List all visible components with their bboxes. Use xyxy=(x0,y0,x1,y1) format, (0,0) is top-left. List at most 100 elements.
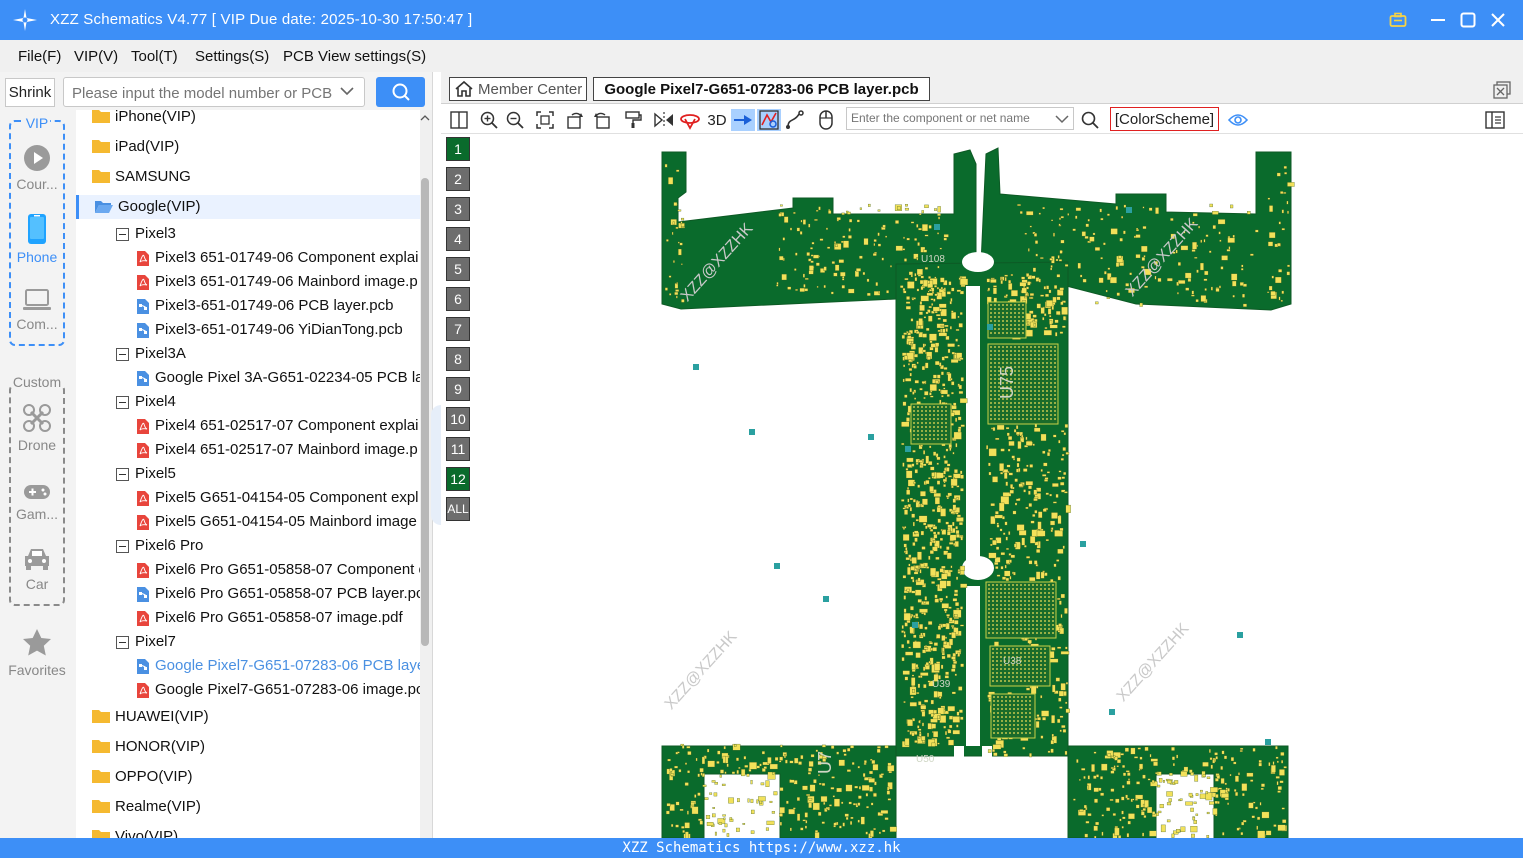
component-search-input[interactable] xyxy=(851,111,1051,125)
collapse-icon[interactable] xyxy=(116,228,129,241)
eye-icon[interactable] xyxy=(1227,109,1249,131)
layer-button-3[interactable]: 3 xyxy=(446,197,470,221)
probe-icon[interactable] xyxy=(679,109,701,131)
pcb-canvas[interactable]: U108 U75 U38 U39 U50 U7 XZZ@XZZHK XZZ@XZZHK X… xyxy=(476,134,1523,838)
tree-file-item[interactable]: Pixel3-651-01749-06 YiDianTong.pcb xyxy=(76,318,420,342)
chevron-down-icon[interactable] xyxy=(1055,114,1069,124)
layer-button-9[interactable]: 9 xyxy=(446,377,470,401)
tree-model-item[interactable]: Pixel5 xyxy=(76,462,420,486)
tree-brand-item[interactable]: Google(VIP) xyxy=(76,195,420,219)
pad xyxy=(946,653,951,658)
tree-model-item[interactable]: Pixel3 xyxy=(76,222,420,246)
layer-button-12[interactable]: 12 xyxy=(446,467,470,491)
mirror-icon[interactable] xyxy=(653,109,675,131)
chevron-down-icon[interactable] xyxy=(340,86,354,96)
tree-file-item[interactable]: Pixel5 G651-04154-05 Component expl xyxy=(76,486,420,510)
tree-model-item[interactable]: Pixel6 Pro xyxy=(76,534,420,558)
fit-screen-icon[interactable] xyxy=(534,109,556,131)
color-scheme-button[interactable]: [ColorScheme] xyxy=(1110,107,1219,131)
category-favorites[interactable]: Favorites xyxy=(0,628,74,678)
tree-file-item[interactable]: Pixel3-651-01749-06 PCB layer.pcb xyxy=(76,294,420,318)
zoom-out-icon[interactable] xyxy=(504,109,526,131)
zoom-in-icon[interactable] xyxy=(478,109,500,131)
tree-brand-item[interactable]: SAMSUNG xyxy=(76,165,420,189)
pin-select-icon[interactable] xyxy=(731,109,755,131)
net-highlight-icon[interactable] xyxy=(757,109,781,131)
rotate-left-icon[interactable] xyxy=(564,109,586,131)
tree-file-item[interactable]: Pixel4 651-02517-07 Mainbord image.p xyxy=(76,438,420,462)
layer-button-5[interactable]: 5 xyxy=(446,257,470,281)
tree-model-item[interactable]: Pixel7 xyxy=(76,630,420,654)
tree-file-item[interactable]: Google Pixel7-G651-07283-06 PCB laye xyxy=(76,654,420,678)
category-gaming[interactable]: Gam... xyxy=(0,482,74,522)
collapse-icon[interactable] xyxy=(116,348,129,361)
category-phone[interactable]: Phone xyxy=(0,213,74,265)
tree-model-item[interactable]: Pixel4 xyxy=(76,390,420,414)
3d-view-button[interactable]: 3D xyxy=(704,109,730,131)
model-search-box[interactable] xyxy=(63,77,365,107)
menu-settings[interactable]: Settings(S) xyxy=(195,48,269,65)
tree-brand-item[interactable]: iPhone(VIP) xyxy=(76,110,420,129)
format-painter-icon[interactable] xyxy=(622,109,644,131)
close-button[interactable] xyxy=(1486,8,1510,32)
search-button[interactable] xyxy=(376,77,425,107)
mouse-icon[interactable] xyxy=(815,109,837,131)
maximize-button[interactable] xyxy=(1456,8,1480,32)
tree-brand-item[interactable]: HUAWEI(VIP) xyxy=(76,705,420,729)
split-view-icon[interactable] xyxy=(448,109,470,131)
tab-active-pcb[interactable]: Google Pixel7-G651-07283-06 PCB layer.pc… xyxy=(593,77,930,101)
layer-button-all[interactable]: ALL xyxy=(446,497,470,521)
tree-file-item[interactable]: Pixel3 651-01749-06 Mainbord image.p xyxy=(76,270,420,294)
tree-file-item[interactable]: Pixel5 G651-04154-05 Mainbord image xyxy=(76,510,420,534)
pane-collapse-handle[interactable] xyxy=(431,405,441,525)
tree-file-item[interactable]: Pixel4 651-02517-07 Component explai xyxy=(76,414,420,438)
component-search-box[interactable] xyxy=(846,107,1074,130)
tree-model-item[interactable]: Pixel3A xyxy=(76,342,420,366)
tree-brand-item[interactable]: HONOR(VIP) xyxy=(76,735,420,759)
category-drone[interactable]: Drone xyxy=(0,403,74,453)
pad xyxy=(778,760,782,763)
tree-file-item[interactable]: Pixel6 Pro G651-05858-07 image.pdf xyxy=(76,606,420,630)
shrink-button[interactable]: Shrink xyxy=(5,78,55,107)
component-search-icon[interactable] xyxy=(1079,109,1101,131)
layer-button-4[interactable]: 4 xyxy=(446,227,470,251)
tree-file-item[interactable]: Google Pixel 3A-G651-02234-05 PCB la xyxy=(76,366,420,390)
tree-brand-item[interactable]: iPad(VIP) xyxy=(76,135,420,159)
menu-pcb-view-settings[interactable]: PCB View settings(S) xyxy=(283,48,426,65)
collapse-icon[interactable] xyxy=(116,468,129,481)
layer-button-11[interactable]: 11 xyxy=(446,437,470,461)
scrollbar-thumb[interactable] xyxy=(421,178,429,646)
close-tab-icon[interactable] xyxy=(1493,81,1511,99)
scroll-up-icon[interactable] xyxy=(420,114,430,122)
menu-tool[interactable]: Tool(T) xyxy=(131,48,178,65)
collapse-icon[interactable] xyxy=(116,636,129,649)
trace-line-icon[interactable] xyxy=(784,109,806,131)
pcb-board[interactable]: U108U75U38U39U50U7 xyxy=(476,134,1523,838)
layer-button-8[interactable]: 8 xyxy=(446,347,470,371)
tree-file-item[interactable]: Pixel3 651-01749-06 Component explai xyxy=(76,246,420,270)
layer-button-1[interactable]: 1 xyxy=(446,137,470,161)
tree-file-item[interactable]: Pixel6 Pro G651-05858-07 PCB layer.pcb xyxy=(76,582,420,606)
tree-brand-item[interactable]: Realme(VIP) xyxy=(76,795,420,819)
category-computer[interactable]: Com... xyxy=(0,288,74,332)
layer-button-7[interactable]: 7 xyxy=(446,317,470,341)
menu-vip[interactable]: VIP(V) xyxy=(74,48,118,65)
rotate-right-icon[interactable] xyxy=(591,109,613,131)
side-panel-icon[interactable] xyxy=(1484,109,1506,131)
layer-button-2[interactable]: 2 xyxy=(446,167,470,191)
tree-file-item[interactable]: Pixel6 Pro G651-05858-07 Component e xyxy=(76,558,420,582)
tree-brand-item[interactable]: Vivo(VIP) xyxy=(76,825,420,838)
minimize-button[interactable] xyxy=(1426,8,1450,32)
tab-member-center[interactable]: Member Center xyxy=(449,77,587,101)
category-courses[interactable]: Cour... xyxy=(0,144,74,192)
tree-file-item[interactable]: Google Pixel7-G651-07283-06 image.pc xyxy=(76,678,420,702)
menu-file[interactable]: File(F) xyxy=(18,48,61,65)
vip-briefcase-icon[interactable] xyxy=(1386,8,1410,32)
collapse-icon[interactable] xyxy=(116,540,129,553)
tree-brand-item[interactable]: OPPO(VIP) xyxy=(76,765,420,789)
layer-button-10[interactable]: 10 xyxy=(446,407,470,431)
collapse-icon[interactable] xyxy=(116,396,129,409)
category-car[interactable]: Car xyxy=(0,546,74,592)
layer-button-6[interactable]: 6 xyxy=(446,287,470,311)
model-search-input[interactable] xyxy=(72,83,334,103)
